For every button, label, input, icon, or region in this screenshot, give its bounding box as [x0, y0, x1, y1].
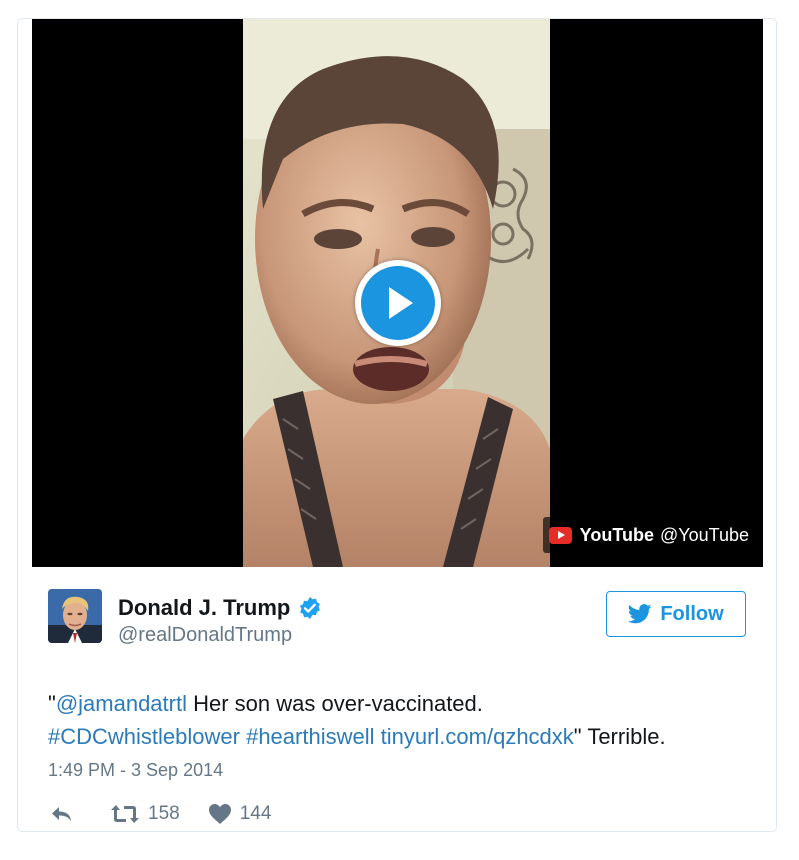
open-quote: " — [48, 691, 56, 716]
video-embed[interactable]: YouTube @YouTube — [32, 19, 763, 567]
youtube-brand: YouTube — [579, 524, 654, 545]
hashtag-cdcwhistleblower[interactable]: #CDCwhistleblower — [48, 724, 240, 749]
author-name: Donald J. Trump — [118, 595, 291, 620]
like-count: 144 — [239, 803, 272, 824]
play-icon-background — [361, 266, 435, 340]
youtube-attribution[interactable]: YouTube @YouTube — [542, 517, 763, 553]
reply-button[interactable] — [50, 804, 82, 824]
follow-button[interactable]: Follow — [606, 591, 746, 637]
avatar[interactable] — [48, 589, 102, 643]
youtube-logo-icon — [548, 526, 572, 544]
reply-icon — [52, 807, 71, 821]
author-handle[interactable]: @realDonaldTrump — [118, 624, 292, 647]
embedded-tweet-card: YouTube @YouTube Donald J. Trump @realDo… — [17, 18, 777, 832]
tweet-tail-text: " Terrible. — [573, 724, 666, 749]
play-icon — [389, 287, 413, 319]
play-button[interactable] — [355, 260, 441, 346]
tweet-text: "@jamandatrtl Her son was over-vaccinate… — [48, 687, 768, 753]
verified-badge-icon — [298, 596, 322, 620]
twitter-bird-icon — [628, 604, 652, 624]
retweet-count: 158 — [148, 803, 180, 824]
author-name-link[interactable]: Donald J. Trump — [118, 595, 322, 621]
tinyurl-link[interactable]: tinyurl.com/qzhcdxk — [381, 724, 574, 749]
like-button[interactable]: 144 — [208, 803, 272, 825]
tweet-body-text: Her son was over-vaccinated. — [186, 691, 483, 716]
tweet-actions: 158 144 — [50, 803, 299, 825]
heart-icon — [208, 804, 231, 824]
follow-label: Follow — [660, 602, 724, 625]
hashtag-hearthiswell[interactable]: #hearthiswell — [246, 724, 374, 749]
youtube-handle: @YouTube — [659, 524, 749, 545]
retweet-button[interactable]: 158 — [110, 803, 180, 825]
tweet-timestamp[interactable]: 1:49 PM - 3 Sep 2014 — [48, 760, 223, 781]
retweet-icon — [111, 805, 139, 823]
mention-link[interactable]: @jamandatrtl — [56, 691, 187, 716]
